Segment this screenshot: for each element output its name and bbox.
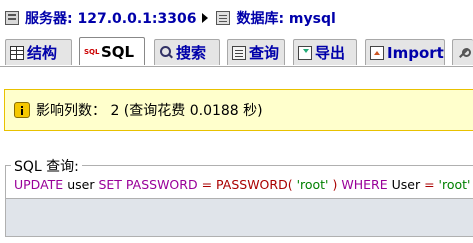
success-notice: 影响列数： 2 (查询花费 0.0188 秒) <box>4 89 473 131</box>
info-icon <box>14 102 30 118</box>
sql-identifier: user <box>67 177 95 192</box>
table-icon <box>10 45 24 60</box>
import-icon <box>370 45 384 60</box>
tab-structure-label: 结构 <box>27 44 58 62</box>
tab-search-label: 搜索 <box>176 44 207 62</box>
sql-function: PASSWORD( <box>216 177 293 192</box>
tab-import-label: Import <box>387 43 444 62</box>
sql-string: 'root' <box>438 177 471 192</box>
tab-structure[interactable]: 结构 <box>5 39 72 65</box>
breadcrumb-database-link[interactable]: 数据库: mysql <box>236 8 335 28</box>
tab-export[interactable]: 导出 <box>293 39 357 65</box>
tab-import[interactable]: Import <box>365 39 445 65</box>
sql-function-close: ) <box>332 177 338 192</box>
tab-search[interactable]: 搜索 <box>154 39 220 65</box>
sql-query-footer <box>6 198 473 236</box>
sql-column: PASSWORD <box>125 177 198 192</box>
server-icon <box>5 11 19 25</box>
sql-keyword: SET <box>98 177 122 192</box>
tab-export-label: 导出 <box>315 44 346 62</box>
search-icon <box>159 45 173 60</box>
tab-bar: 结构 SQL SQL 搜索 查询 导出 Import <box>0 37 473 67</box>
breadcrumb: 服务器: 127.0.0.1:3306 数据库: mysql <box>5 8 336 28</box>
affected-rows-message: 影响列数： 2 (查询花费 0.0188 秒) <box>36 103 263 119</box>
operations-icon <box>457 46 471 60</box>
tab-operations[interactable] <box>452 39 473 65</box>
sql-keyword: UPDATE <box>14 177 64 192</box>
tab-query-label: 查询 <box>249 44 280 62</box>
sql-query-text[interactable]: UPDATE user SET PASSWORD = PASSWORD( 'ro… <box>14 177 470 192</box>
sql-operator: = <box>424 177 435 192</box>
sql-keyword: WHERE <box>341 177 388 192</box>
sql-string: 'root' <box>296 177 329 192</box>
sql-query-legend: SQL 查询: <box>11 156 82 176</box>
sql-operator: = <box>201 177 213 192</box>
sql-icon: SQL <box>84 47 100 56</box>
breadcrumb-separator-icon <box>202 13 209 23</box>
export-icon <box>298 45 312 60</box>
tab-query[interactable]: 查询 <box>227 39 285 65</box>
sql-identifier: User <box>391 177 421 192</box>
tab-sql-label: SQL <box>101 42 135 61</box>
sql-query-box: SQL 查询: UPDATE user SET PASSWORD = PASSW… <box>5 156 473 237</box>
breadcrumb-server-link[interactable]: 服务器: 127.0.0.1:3306 <box>25 8 196 28</box>
tab-sql[interactable]: SQL SQL <box>79 37 145 65</box>
database-icon <box>216 11 231 25</box>
query-icon <box>232 45 246 60</box>
